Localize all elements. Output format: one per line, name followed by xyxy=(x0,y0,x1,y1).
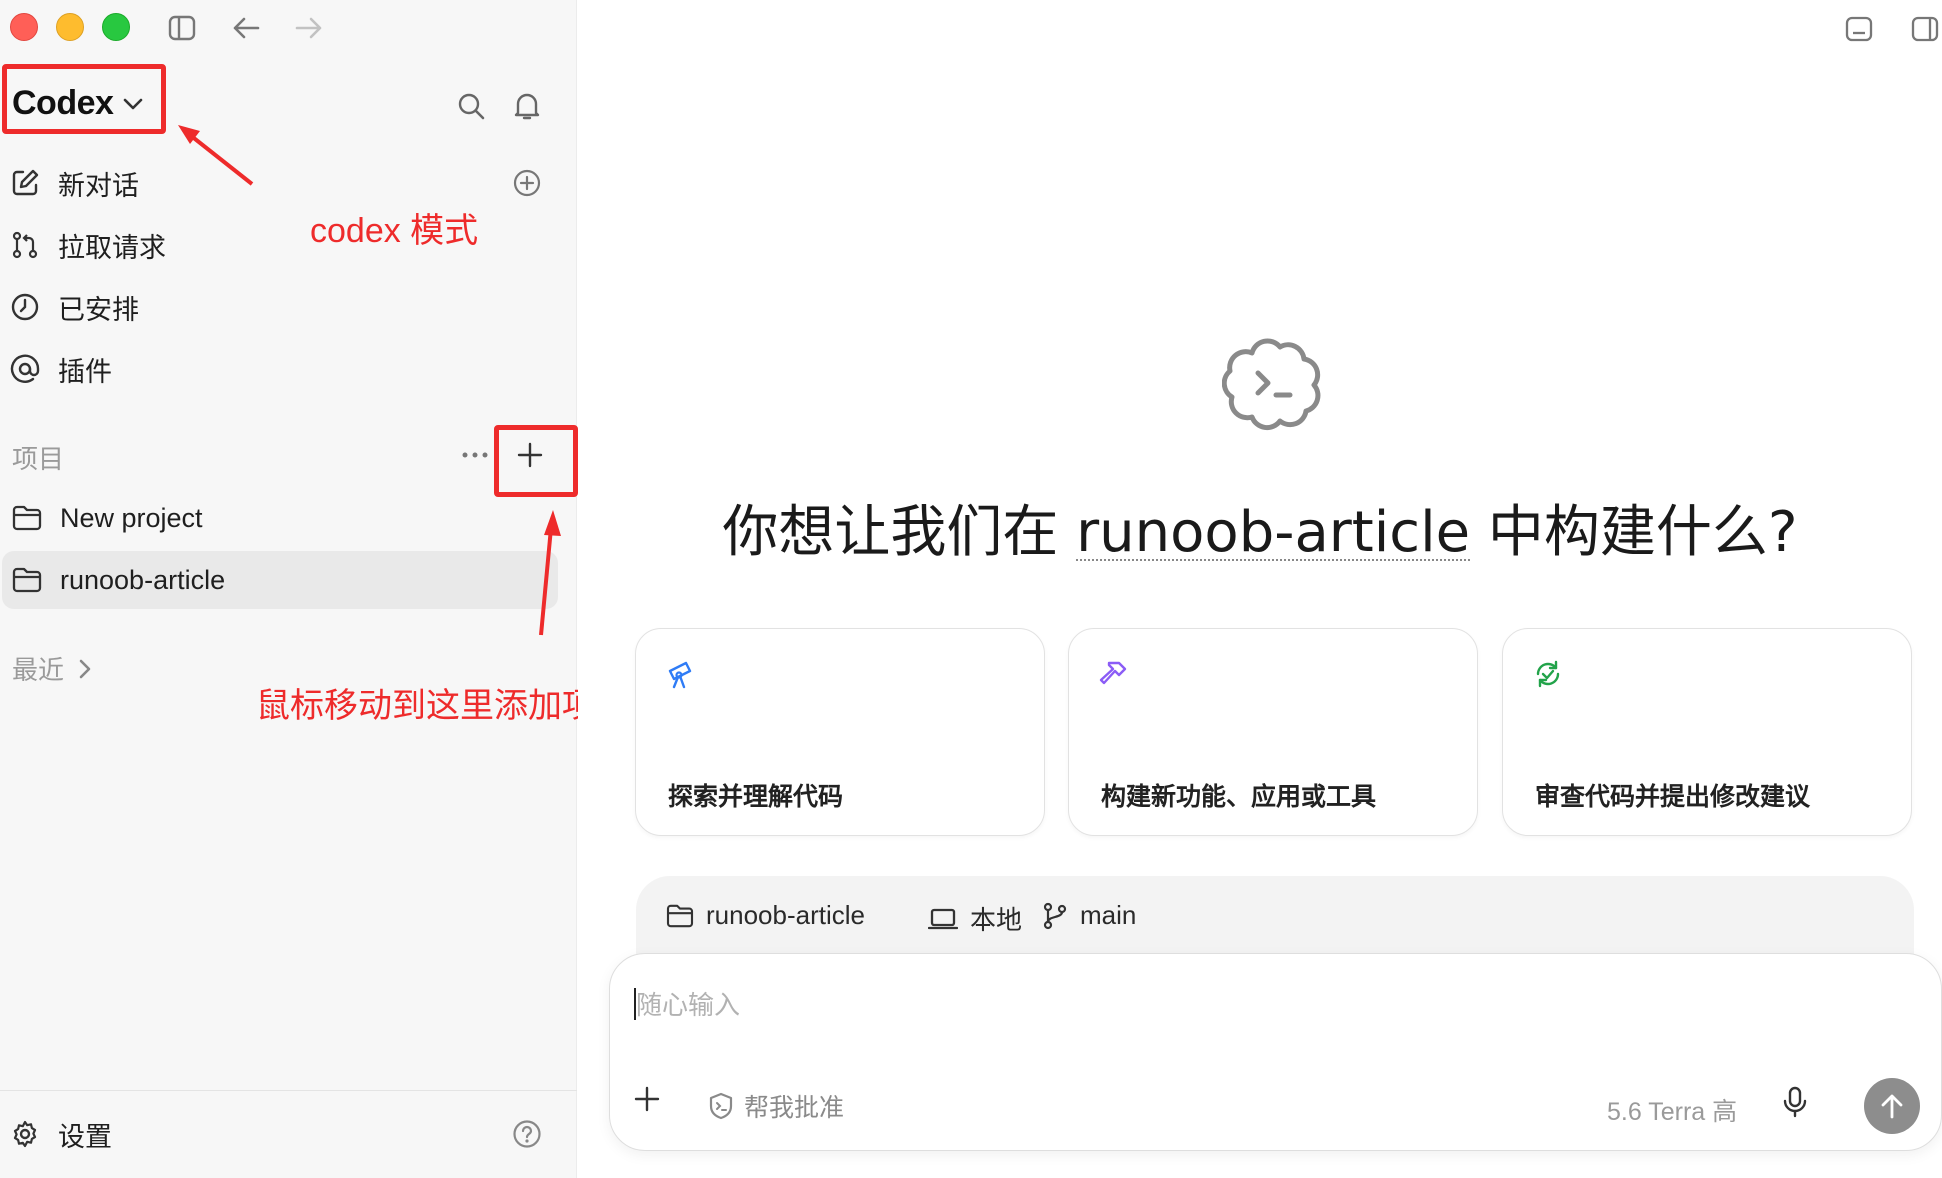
more-options-icon[interactable] xyxy=(458,438,492,472)
hammer-icon xyxy=(1099,659,1129,694)
new-chat-plus-icon[interactable] xyxy=(510,166,544,200)
window-close-button[interactable] xyxy=(10,13,38,41)
context-project-name: runoob-article xyxy=(706,900,865,930)
model-selector[interactable]: 5.6 Terra 高 xyxy=(1607,1092,1737,1128)
message-composer[interactable]: 随心输入 帮我批准 5.6 Terra 高 xyxy=(609,953,1942,1151)
codex-cloud-terminal-icon xyxy=(1221,333,1322,438)
microphone-icon[interactable] xyxy=(1782,1086,1808,1123)
card-label: 探索并理解代码 xyxy=(668,783,844,811)
clock-icon xyxy=(11,293,39,321)
at-icon xyxy=(10,354,40,383)
suggestion-card-review[interactable]: 审查代码并提出修改建议 xyxy=(1502,628,1912,836)
bell-icon[interactable] xyxy=(510,89,544,123)
codex-highlight-box xyxy=(2,64,166,134)
help-icon[interactable] xyxy=(510,1117,544,1151)
settings-label: 设置 xyxy=(58,1121,112,1152)
recent-section[interactable]: 最近 xyxy=(12,650,92,687)
context-branch: main xyxy=(1080,900,1137,930)
title-project-name[interactable]: runoob-article xyxy=(1076,500,1470,565)
title-prefix: 你想让我们在 xyxy=(722,500,1077,565)
pull-request-icon xyxy=(12,231,38,259)
window-zoom-button[interactable] xyxy=(102,13,130,41)
review-icon xyxy=(1533,659,1563,694)
nav-pull-requests[interactable]: 拉取请求 xyxy=(10,225,166,265)
sidebar-toggle-icon[interactable] xyxy=(166,12,198,44)
main-panel: 你想让我们在 runoob-article 中构建什么? 探索并理解代码 构建新… xyxy=(578,0,1942,1178)
gear-icon xyxy=(13,1120,37,1148)
git-branch-icon xyxy=(1043,902,1067,929)
telescope-icon xyxy=(666,659,696,694)
sidebar: Codex 新对话 拉取请求 已安排 插件 项目 New project run… xyxy=(0,0,578,1178)
nav-plugins[interactable]: 插件 xyxy=(10,349,112,389)
window-minimize-button[interactable] xyxy=(56,13,84,41)
context-environment: 本地 xyxy=(970,905,1023,935)
laptop-icon xyxy=(928,908,958,929)
minimize-panel-icon[interactable] xyxy=(1842,12,1876,46)
project-item-runoob-article[interactable]: runoob-article xyxy=(2,551,558,609)
nav-label: 拉取请求 xyxy=(58,232,166,263)
context-environment-selector[interactable]: 本地 xyxy=(928,900,1022,937)
approval-mode-selector[interactable]: 帮我批准 xyxy=(708,1088,844,1124)
card-label: 审查代码并提出修改建议 xyxy=(1535,783,1811,811)
annotation-add-project-hint: 鼠标移动到这里添加项目 xyxy=(256,687,630,725)
search-icon[interactable] xyxy=(454,89,488,123)
nav-label: 新对话 xyxy=(58,170,139,201)
suggestion-card-explore[interactable]: 探索并理解代码 xyxy=(635,628,1045,836)
card-label: 构建新功能、应用或工具 xyxy=(1101,783,1377,811)
context-project-selector[interactable]: runoob-article xyxy=(666,900,865,931)
nav-new-chat[interactable]: 新对话 xyxy=(10,163,139,203)
nav-label: 插件 xyxy=(58,356,112,387)
projects-section-label: 项目 xyxy=(12,444,65,474)
composer-placeholder[interactable]: 随心输入 xyxy=(636,985,740,1022)
back-arrow-icon[interactable] xyxy=(230,12,262,44)
folder-icon xyxy=(666,904,694,927)
folder-icon xyxy=(12,567,42,593)
nav-scheduled[interactable]: 已安排 xyxy=(10,287,139,327)
approval-label: 帮我批准 xyxy=(744,1094,845,1122)
folder-icon xyxy=(12,505,42,531)
sidebar-footer: 设置 xyxy=(0,1090,577,1178)
project-name: New project xyxy=(60,502,203,533)
nav-label: 已安排 xyxy=(58,294,139,325)
page-title: 你想让我们在 runoob-article 中构建什么? xyxy=(578,487,1942,568)
split-panel-icon[interactable] xyxy=(1908,12,1942,46)
attach-plus-icon[interactable] xyxy=(632,1084,662,1119)
suggestion-card-build[interactable]: 构建新功能、应用或工具 xyxy=(1068,628,1478,836)
arrow-up-icon xyxy=(1881,1094,1903,1119)
chevron-right-icon xyxy=(79,659,91,678)
recent-label: 最近 xyxy=(12,655,65,685)
edit-icon xyxy=(12,169,39,196)
send-button[interactable] xyxy=(1864,1078,1920,1134)
title-suffix: 中构建什么? xyxy=(1470,500,1798,565)
forward-arrow-icon[interactable] xyxy=(293,12,325,44)
project-item-new-project[interactable]: New project xyxy=(2,489,558,547)
shield-terminal-icon xyxy=(709,1092,733,1120)
add-project-highlight-box xyxy=(494,425,578,497)
project-name: runoob-article xyxy=(60,564,226,595)
context-branch-selector[interactable]: main xyxy=(1042,900,1136,931)
settings-button[interactable]: 设置 xyxy=(10,1114,112,1154)
annotation-codex-mode: codex 模式 xyxy=(310,212,479,250)
